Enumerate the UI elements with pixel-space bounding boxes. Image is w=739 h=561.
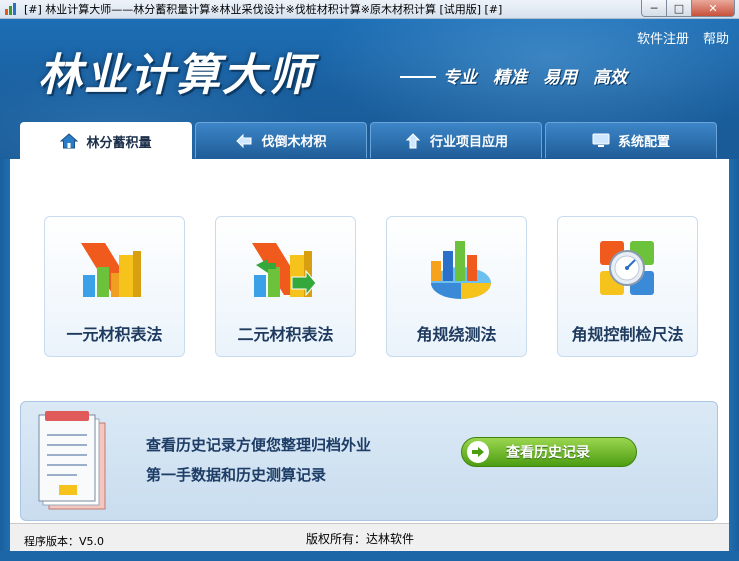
monitor-icon — [592, 133, 610, 149]
slogan-word: 精准 — [493, 68, 527, 88]
help-link[interactable]: 帮助 — [703, 28, 729, 47]
view-history-button[interactable]: 查看历史记录 — [461, 437, 637, 467]
arrow-right-icon — [467, 441, 489, 463]
view-history-label: 查看历史记录 — [506, 445, 590, 461]
program-version: 程序版本：V5.0 — [24, 535, 105, 548]
window-controls: ─ □ ✕ — [641, 0, 735, 17]
document-icon — [38, 411, 106, 510]
tab-label: 行业项目应用 — [429, 135, 508, 150]
card-label: 一元材积表法 — [66, 325, 163, 344]
tab-bar: 林分蓄积量 伐倒木材积 行业项目应用 系统配置 — [20, 122, 717, 159]
history-line: 第一手数据和历史测算记录 — [146, 466, 327, 484]
app-title: 林业计算大师 — [38, 50, 314, 101]
card-angle-gauge-around[interactable]: 角规绕测法 — [386, 216, 527, 357]
minimize-button[interactable]: ─ — [641, 0, 667, 17]
tab-label: 伐倒木材积 — [261, 135, 327, 150]
card-label: 角规绕测法 — [416, 325, 497, 344]
tab-stand-volume[interactable]: 林分蓄积量 — [20, 122, 192, 159]
slogan-word: 高效 — [593, 68, 627, 88]
home-icon — [60, 133, 79, 149]
history-line: 查看历史记录方便您整理归档外业 — [146, 436, 372, 454]
tab-system-config[interactable]: 系统配置 — [545, 122, 717, 158]
title-bar: [#] 林业计算大师——林分蓄积量计算※林业采伐设计※伐桩材积计算※原木材积计算… — [0, 0, 739, 19]
register-link[interactable]: 软件注册 — [637, 28, 689, 47]
arrow-up-icon — [404, 132, 422, 149]
window-frame — [0, 551, 739, 561]
history-panel: 查看历史记录方便您整理归档外业 第一手数据和历史测算记录 查看历史记录 — [20, 401, 718, 521]
card-one-way-volume-table[interactable]: 一元材积表法 — [44, 216, 185, 357]
card-two-way-volume-table[interactable]: 二元材积表法 — [215, 216, 356, 357]
tab-label: 系统配置 — [617, 135, 670, 150]
main-panel: 一元材积表法 二元材积表法 角规绕测法 角规控制检尺法 查看历史记录方便您整理归… — [10, 159, 729, 523]
tab-felled-timber[interactable]: 伐倒木材积 — [195, 122, 367, 158]
arrow-left-icon — [235, 133, 253, 149]
window-frame — [0, 159, 10, 561]
app-header: 林业计算大师 软件注册 帮助 专业 精准 易用 高效 林分蓄积量 伐倒木材积 行… — [0, 19, 739, 159]
card-label: 二元材积表法 — [237, 325, 334, 344]
copyright: 版权所有：达林软件 — [306, 532, 415, 546]
slogan-word: 易用 — [543, 68, 577, 88]
window-frame — [729, 159, 739, 561]
header-links: 软件注册 帮助 — [637, 28, 729, 47]
bar-chart-icon — [81, 243, 141, 297]
tab-label: 林分蓄积量 — [86, 135, 152, 151]
gauge-icon — [600, 241, 654, 295]
history-description: 查看历史记录方便您整理归档外业 第一手数据和历史测算记录 — [146, 430, 371, 490]
close-button[interactable]: ✕ — [692, 0, 735, 17]
pie-chart-icon — [431, 241, 491, 299]
tab-industry-projects[interactable]: 行业项目应用 — [370, 122, 542, 158]
window-title: [#] 林业计算大师——林分蓄积量计算※林业采伐设计※伐桩材积计算※原木材积计算… — [24, 3, 503, 16]
status-bar: 程序版本：V5.0 版权所有：达林软件 — [10, 523, 729, 551]
slogan: 专业 精准 易用 高效 — [443, 63, 627, 88]
app-icon — [5, 3, 16, 15]
slogan-divider — [400, 76, 436, 78]
slogan-word: 专业 — [443, 68, 477, 88]
bar-chart-arrow-icon — [252, 243, 317, 297]
card-angle-gauge-control[interactable]: 角规控制检尺法 — [557, 216, 698, 357]
maximize-button[interactable]: □ — [667, 0, 692, 17]
card-label: 角规控制检尺法 — [571, 325, 684, 344]
